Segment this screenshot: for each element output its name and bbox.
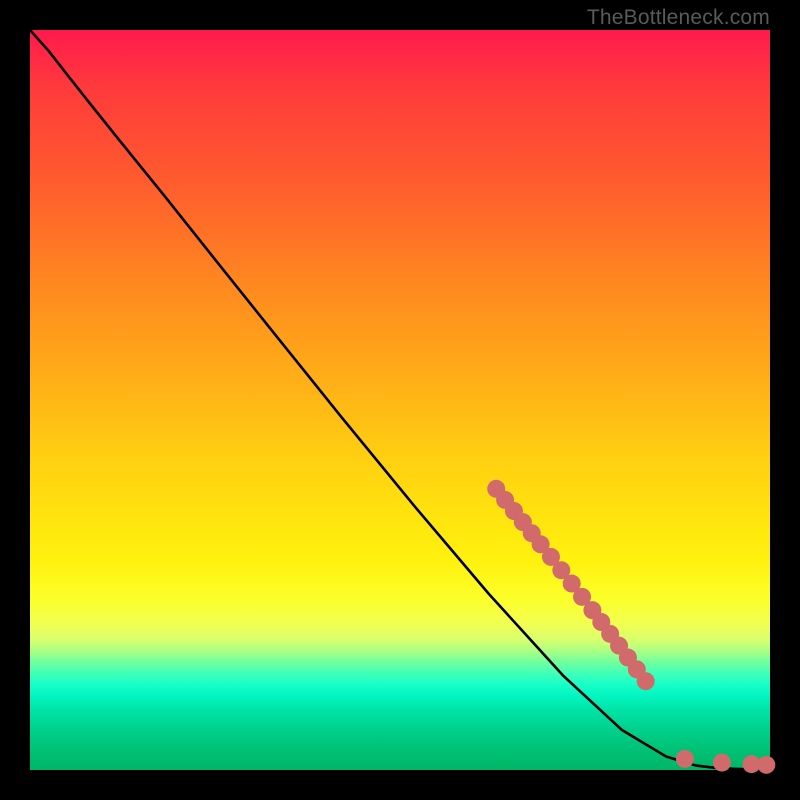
watermark-text: TheBottleneck.com <box>587 6 770 30</box>
bottleneck-curve <box>30 30 770 769</box>
data-dot <box>757 756 775 774</box>
plot-area <box>30 30 770 770</box>
data-dot <box>676 750 694 768</box>
data-dot <box>637 672 655 690</box>
chart-frame: TheBottleneck.com <box>0 0 800 800</box>
data-dots <box>487 480 775 774</box>
data-dot <box>713 754 731 772</box>
chart-overlay <box>30 30 770 770</box>
